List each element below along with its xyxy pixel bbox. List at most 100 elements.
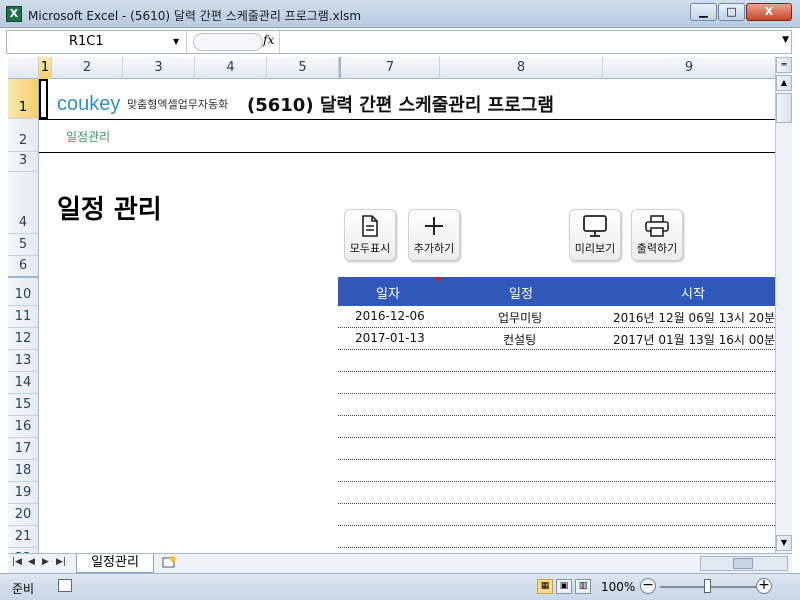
table-row[interactable]: 2016-12-06 업무미팅 2016년 12월 06일 13시 20분 bbox=[338, 306, 775, 328]
zoom-in-icon[interactable]: + bbox=[756, 578, 772, 594]
show-all-label: 모두표시 bbox=[349, 242, 391, 255]
col-header-5[interactable]: 5 bbox=[267, 57, 339, 79]
row-header[interactable]: 4 bbox=[8, 172, 39, 234]
worksheet-grid[interactable]: coukey 맞춤형엑셀업무자동화 (5610) 달력 간편 스케줄관리 프로그… bbox=[39, 79, 775, 553]
row-header[interactable]: 20 bbox=[8, 504, 39, 526]
insert-sheet-icon[interactable] bbox=[154, 555, 184, 572]
row-header[interactable]: 5 bbox=[8, 234, 39, 256]
excel-app-icon[interactable]: X bbox=[6, 6, 22, 22]
cell-start[interactable]: 2016년 12월 06일 13시 20분 bbox=[613, 309, 775, 326]
sheet-tab-schedule[interactable]: 일정관리 bbox=[76, 554, 154, 573]
cell-schedule[interactable]: 업무미팅 bbox=[498, 309, 542, 326]
row-header[interactable]: 1 bbox=[8, 79, 39, 119]
table-row[interactable] bbox=[338, 504, 775, 526]
horizontal-scroll-thumb[interactable] bbox=[733, 558, 753, 569]
header-schedule[interactable]: 일정 bbox=[509, 283, 533, 302]
excel-window: X Microsoft Excel - (5610) 달력 간편 스케줄관리 프… bbox=[0, 0, 800, 600]
schedule-menu-link[interactable]: 일정관리 bbox=[66, 128, 110, 145]
zoom-level[interactable]: 100% bbox=[601, 580, 635, 594]
maximize-button[interactable]: □ bbox=[718, 3, 745, 21]
col-header-1[interactable]: 1 bbox=[39, 57, 52, 79]
row-header[interactable]: 2 bbox=[8, 119, 39, 152]
scroll-down-icon[interactable]: ▼ bbox=[776, 535, 792, 551]
row-header[interactable]: 18 bbox=[8, 460, 39, 482]
table-row[interactable] bbox=[338, 372, 775, 394]
brand-tagline: 맞춤형엑셀업무자동화 bbox=[127, 98, 229, 111]
table-row[interactable] bbox=[338, 526, 775, 548]
page-break-view-icon[interactable]: ▥ bbox=[575, 579, 591, 594]
row-header[interactable]: 21 bbox=[8, 526, 39, 548]
table-row[interactable] bbox=[338, 482, 775, 504]
active-cell[interactable] bbox=[39, 79, 48, 119]
split-handle[interactable]: ═ bbox=[776, 57, 792, 73]
first-sheet-icon[interactable]: |◀ bbox=[12, 557, 22, 567]
row-header[interactable]: 17 bbox=[8, 438, 39, 460]
row-number: 6 bbox=[18, 258, 28, 273]
printer-icon bbox=[632, 214, 682, 238]
last-sheet-icon[interactable]: ▶| bbox=[56, 557, 66, 567]
row-header[interactable]: 13 bbox=[8, 350, 39, 372]
add-button[interactable]: 추가하기 bbox=[408, 209, 460, 261]
macro-record-icon[interactable] bbox=[58, 579, 72, 592]
preview-button[interactable]: 미리보기 bbox=[569, 209, 621, 261]
table-row[interactable] bbox=[338, 350, 775, 372]
status-bar: 준비 ▦ ▣ ▥ 100% − + bbox=[0, 573, 800, 600]
row-header[interactable]: 10 bbox=[8, 278, 39, 306]
row-header[interactable]: 12 bbox=[8, 328, 39, 350]
col-header-8[interactable]: 8 bbox=[440, 57, 603, 79]
chevron-down-icon[interactable]: ▼ bbox=[173, 37, 179, 46]
minimize-button[interactable]: ▁ bbox=[690, 3, 717, 21]
row-header[interactable]: 3 bbox=[8, 152, 39, 172]
col-header-7[interactable]: 7 bbox=[339, 57, 440, 79]
formula-cancel-enter[interactable] bbox=[193, 33, 263, 51]
row-number: 2 bbox=[18, 133, 28, 148]
horizontal-scrollbar[interactable] bbox=[700, 556, 788, 571]
table-row[interactable] bbox=[338, 438, 775, 460]
normal-view-icon[interactable]: ▦ bbox=[537, 579, 553, 594]
row-header[interactable]: 11 bbox=[8, 306, 39, 328]
vertical-scrollbar[interactable]: ═ ▲ ▼ bbox=[775, 57, 792, 553]
table-row[interactable] bbox=[338, 394, 775, 416]
cell-schedule[interactable]: 컨설팅 bbox=[503, 331, 536, 348]
show-all-button[interactable]: 모두표시 bbox=[344, 209, 396, 261]
col-header-2[interactable]: 2 bbox=[52, 57, 123, 79]
zoom-slider-thumb[interactable] bbox=[704, 579, 711, 593]
col-header-9[interactable]: 9 bbox=[603, 57, 775, 79]
expand-formula-bar-icon[interactable]: ▼ bbox=[782, 35, 789, 45]
cell-date[interactable]: 2017-01-13 bbox=[355, 331, 425, 345]
close-button[interactable]: X bbox=[746, 3, 792, 21]
row-headers: 1 2 3 4 5 6 10 11 12 13 14 15 16 17 18 1… bbox=[8, 79, 39, 570]
next-sheet-icon[interactable]: ▶ bbox=[42, 557, 49, 567]
cell-date[interactable]: 2016-12-06 bbox=[355, 309, 425, 323]
cell-start[interactable]: 2017년 01월 13일 16시 00분 bbox=[613, 331, 775, 348]
row-header[interactable]: 19 bbox=[8, 482, 39, 504]
comment-indicator bbox=[434, 277, 442, 282]
row-header[interactable]: 16 bbox=[8, 416, 39, 438]
table-row[interactable] bbox=[338, 460, 775, 482]
col-header-4[interactable]: 4 bbox=[195, 57, 267, 79]
print-button[interactable]: 출력하기 bbox=[631, 209, 683, 261]
select-all-corner[interactable] bbox=[8, 57, 39, 79]
add-label: 추가하기 bbox=[413, 242, 455, 255]
zoom-out-icon[interactable]: − bbox=[640, 578, 656, 594]
prev-sheet-icon[interactable]: ◀ bbox=[28, 557, 35, 567]
col-header-3[interactable]: 3 bbox=[123, 57, 195, 79]
formula-input[interactable] bbox=[279, 31, 775, 53]
row-header[interactable]: 15 bbox=[8, 394, 39, 416]
monitor-icon bbox=[570, 214, 620, 238]
page-title: 일정 관리 bbox=[57, 195, 162, 225]
name-box[interactable]: R1C1 bbox=[7, 31, 187, 53]
window-title: Microsoft Excel - (5610) 달력 간편 스케줄관리 프로그… bbox=[28, 9, 362, 23]
table-row[interactable]: 2017-01-13 컨설팅 2017년 01월 13일 16시 00분 bbox=[338, 328, 775, 350]
scroll-up-icon[interactable]: ▲ bbox=[776, 75, 792, 91]
table-row[interactable] bbox=[338, 416, 775, 438]
coukey-logo: coukey bbox=[57, 93, 121, 115]
insert-function-button[interactable]: fx bbox=[263, 33, 274, 47]
title-divider bbox=[39, 119, 775, 120]
row-header[interactable]: 14 bbox=[8, 372, 39, 394]
row-header[interactable]: 6 bbox=[8, 256, 39, 278]
scroll-thumb[interactable] bbox=[776, 93, 792, 123]
header-date[interactable]: 일자 bbox=[376, 283, 400, 302]
page-layout-view-icon[interactable]: ▣ bbox=[556, 579, 572, 594]
header-start[interactable]: 시작 bbox=[681, 283, 705, 302]
